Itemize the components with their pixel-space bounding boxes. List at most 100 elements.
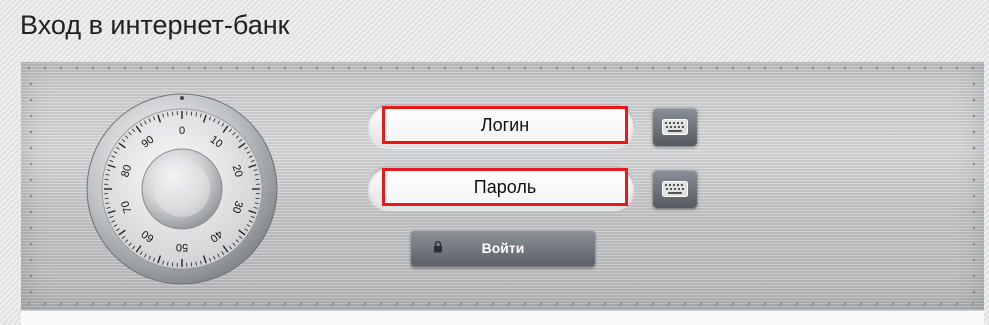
panel-rivet [876,303,879,306]
panel-rivet [973,115,976,118]
panel-rivet [556,67,559,70]
panel-rivet [892,67,895,70]
panel-rivet [284,303,287,306]
panel-rivet [828,303,831,306]
panel-rivet [380,67,383,70]
panel-rivet [30,291,33,294]
panel-rivet [764,303,767,306]
panel-rivet [30,115,33,118]
panel-rivet [973,243,976,246]
panel-rivet [796,67,799,70]
panel-rivet [973,179,976,182]
panel-rivet [588,303,591,306]
dial-tick [255,198,259,199]
panel-rivet [60,303,63,306]
panel-rivet [140,303,143,306]
panel-rivet [973,227,976,230]
password-keyboard-button[interactable] [653,170,697,208]
panel-rivet [30,195,33,198]
dial-tick [191,112,192,116]
login-input[interactable] [385,114,625,137]
lock-icon [433,241,443,253]
panel-rivet [30,99,33,102]
panel-rivet [973,147,976,150]
panel-rivet [476,303,479,306]
panel-rivet [636,67,639,70]
panel-rivet [396,67,399,70]
panel-rivet [76,303,79,306]
dial-tick [172,262,173,266]
panel-rivet [908,67,911,70]
panel-rivet [30,227,33,230]
panel-rivet [620,303,623,306]
panel-rivet [268,67,271,70]
panel-rivet [30,131,33,134]
panel-rivet [108,67,111,70]
panel-rivet [604,67,607,70]
panel-rivet [924,67,927,70]
panel-rivet [252,67,255,70]
panel-rivet [828,67,831,70]
panel-rivet [540,67,543,70]
panel-rivet [973,211,976,214]
login-keyboard-button[interactable] [653,108,697,146]
panel-rivet [652,303,655,306]
panel-rivet [204,67,207,70]
panel-rivet [716,303,719,306]
panel-rivet [220,67,223,70]
dial-tick [105,198,109,199]
panel-rivet [236,303,239,306]
panel-rivet [700,303,703,306]
panel-rivet [284,67,287,70]
panel-rivet [924,303,927,306]
panel-rivet [940,303,943,306]
panel-rivet [524,67,527,70]
panel-rivet [508,67,511,70]
panel-rivet [172,67,175,70]
panel-rivet [364,67,367,70]
panel-rivet [684,67,687,70]
panel-rivet [940,67,943,70]
panel-rivet [348,67,351,70]
panel-rivet [716,67,719,70]
panel-rivet [844,303,847,306]
panel-rivet [30,163,33,166]
submit-label: Войти [482,240,525,256]
panel-rivet [973,83,976,86]
panel-rivet [860,67,863,70]
panel-rivet [668,67,671,70]
panel-rivet [748,67,751,70]
panel-rivet [476,67,479,70]
panel-rivet [412,67,415,70]
panel-rivet [188,67,191,70]
panel-rivet [30,259,33,262]
panel-rivet [732,303,735,306]
panel-rivet [444,67,447,70]
panel-rivet [300,67,303,70]
panel-rivet [956,67,959,70]
panel-rivet [156,67,159,70]
panel-rivet [316,303,319,306]
login-field-highlight [382,106,628,144]
panel-rivet [348,303,351,306]
panel-rivet [252,303,255,306]
login-submit-button[interactable]: Войти [411,230,595,266]
panel-rivet [844,67,847,70]
panel-rivet [812,303,815,306]
dial-tick [172,112,173,116]
password-field-highlight [382,168,628,206]
password-input[interactable] [385,176,625,199]
panel-rivet [220,303,223,306]
dial-tick [105,179,109,180]
panel-rivet [780,67,783,70]
panel-rivet [428,303,431,306]
panel-rivet [460,67,463,70]
panel-rivet [700,67,703,70]
panel-rivet [30,147,33,150]
panel-rivet [172,303,175,306]
panel-rivet [796,303,799,306]
panel-rivet [332,67,335,70]
panel-rivet [44,303,47,306]
panel-rivet [92,303,95,306]
panel-rivet [236,67,239,70]
